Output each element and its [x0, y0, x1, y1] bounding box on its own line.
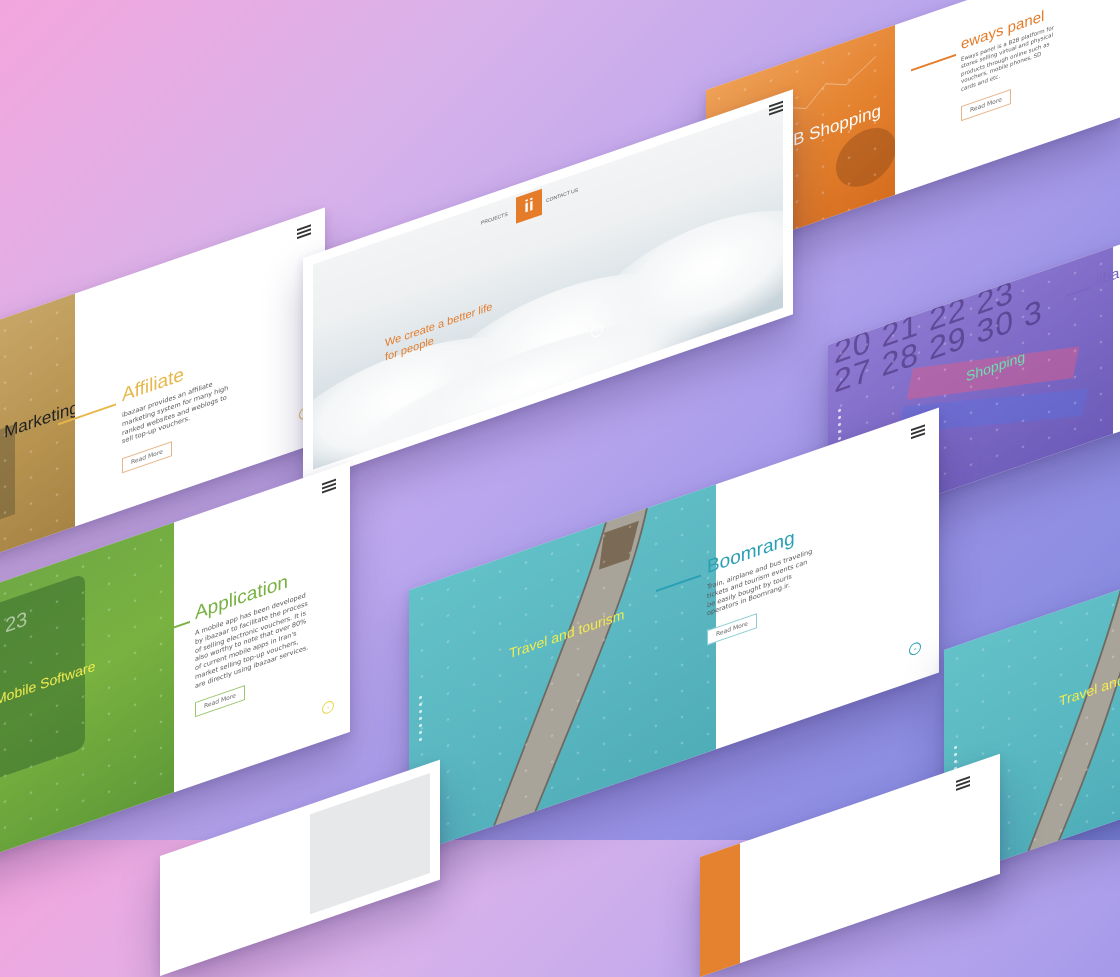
bottom-card-left	[160, 759, 440, 976]
menu-icon[interactable]	[911, 424, 925, 440]
boomrang-category: Travel and tourism	[509, 605, 625, 662]
scroll-down-icon[interactable]: ⌄	[909, 640, 921, 657]
boomrang-read-more-button[interactable]: Read More	[707, 613, 757, 646]
boat-illustration	[1022, 581, 1120, 864]
scroll-down-icon[interactable]: ⌄	[322, 699, 334, 716]
calendar-numbers: 20 21 22 23 27 28 29 30 3	[834, 272, 1043, 400]
boomrang-text: Boomrang Train, airplane and bus traveli…	[707, 520, 817, 646]
eways-text: eways panel Eways panel is a B2B platfor…	[961, 3, 1056, 122]
sky-background	[313, 102, 783, 470]
bottom-card-right	[700, 753, 1000, 977]
eways-read-more-button[interactable]: Read More	[961, 89, 1011, 122]
shopping-category: Shopping	[966, 348, 1026, 385]
affiliate-category: Marketing	[4, 397, 75, 442]
menu-icon[interactable]	[322, 478, 336, 494]
menu-icon[interactable]	[297, 224, 311, 240]
affiliate-photo: Marketing	[0, 293, 75, 573]
hero-card: PROJECTS ii CONTACT US We create a bette…	[303, 89, 793, 483]
travel-category: Travel and	[1059, 670, 1120, 710]
boomrang-card: Travel and tourism Boomrang Train, airpl…	[409, 407, 939, 855]
application-category: Mobile Software	[0, 657, 96, 709]
menu-icon[interactable]	[956, 776, 970, 791]
affiliate-text: Affiliate ibazaar provides an affiliate …	[122, 346, 237, 474]
title-divider	[911, 53, 956, 71]
slide-dots	[419, 695, 422, 742]
application-photo: 23 Mobile Software	[0, 522, 174, 873]
mockup-stage: Marketing Affiliate ibazaar provides an …	[0, 0, 1120, 977]
application-text: Application A mobile app has been develo…	[195, 564, 310, 718]
affiliate-read-more-button[interactable]: Read More	[122, 441, 172, 474]
application-read-more-button[interactable]: Read More	[195, 685, 245, 718]
boat-illustration	[477, 503, 651, 855]
boomrang-photo: Travel and tourism	[409, 484, 717, 855]
